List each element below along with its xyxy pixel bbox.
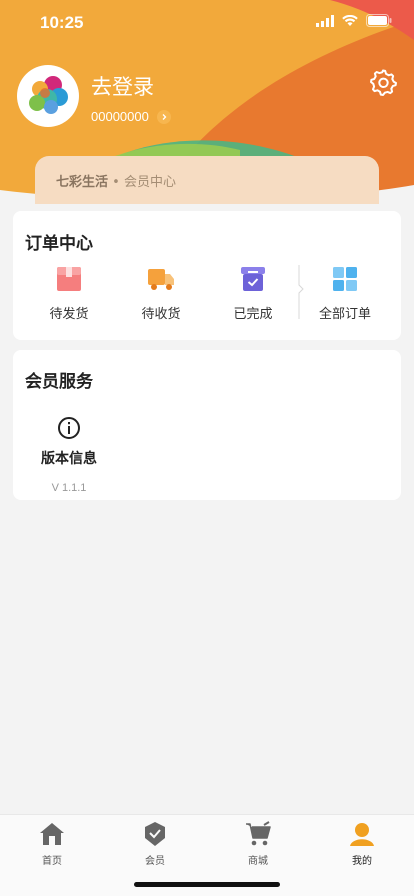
member-services-title: 会员服务: [25, 372, 93, 392]
cart-icon: [246, 821, 271, 846]
package-icon: [57, 267, 81, 291]
tab-member-label: 会员: [145, 856, 165, 867]
tab-home[interactable]: 首页: [22, 821, 82, 867]
tab-mall[interactable]: 商城: [228, 821, 288, 867]
order-pending-shipment-label: 待发货: [49, 307, 89, 322]
avatar[interactable]: [17, 65, 79, 127]
order-completed[interactable]: 已完成: [213, 265, 293, 322]
order-pending-receipt-label: 待收货: [141, 307, 181, 322]
battery-icon: [366, 14, 392, 27]
member-center-label: 会员中心: [123, 175, 176, 190]
order-center-card: 订单中心 待发货 待收货 已完成 全部订单: [13, 211, 401, 340]
order-pending-shipment[interactable]: 待发货: [29, 265, 109, 322]
status-icons: [316, 14, 392, 27]
order-completed-label: 已完成: [233, 307, 273, 322]
info-icon: [58, 417, 80, 439]
version-number: V 1.1.1: [51, 482, 87, 494]
grid-icon: [333, 267, 357, 291]
version-info-label: 版本信息: [41, 451, 97, 467]
user-id-row[interactable]: 00000000: [91, 109, 171, 124]
tab-mine[interactable]: 我的: [332, 821, 392, 867]
gear-icon[interactable]: [369, 68, 397, 96]
user-icon: [350, 823, 374, 846]
box-check-icon: [241, 267, 265, 291]
order-pending-receipt[interactable]: 待收货: [121, 265, 201, 322]
user-id-value: 00000000: [91, 109, 149, 124]
chevron-right-icon: [156, 109, 171, 124]
tab-home-label: 首页: [42, 856, 62, 867]
signal-icon: [316, 14, 334, 27]
tab-member[interactable]: 会员: [125, 821, 185, 867]
home-icon: [40, 823, 64, 845]
colorful-logo-icon: [29, 76, 68, 114]
status-time: 10:25: [40, 13, 84, 32]
status-bar: 10:25: [0, 0, 414, 44]
version-info-item[interactable]: 版本信息 V 1.1.1: [29, 416, 109, 494]
member-badge-icon: [145, 822, 165, 846]
order-all-label: 全部订单: [318, 307, 371, 322]
member-services-card: 会员服务 版本信息 V 1.1.1: [13, 350, 401, 500]
home-indicator: [134, 882, 280, 887]
order-center-title: 订单中心: [25, 234, 93, 254]
member-center-banner[interactable]: 七彩生活 • 会员中心: [35, 156, 379, 204]
truck-icon: [148, 269, 174, 290]
login-link[interactable]: 去登录: [91, 71, 154, 101]
separator: •: [108, 175, 124, 190]
wifi-icon: [342, 14, 358, 26]
order-all[interactable]: 全部订单: [305, 265, 385, 322]
tab-mall-label: 商城: [248, 856, 268, 867]
tab-mine-label: 我的: [352, 856, 372, 867]
brand-name: 七彩生活: [56, 175, 109, 190]
